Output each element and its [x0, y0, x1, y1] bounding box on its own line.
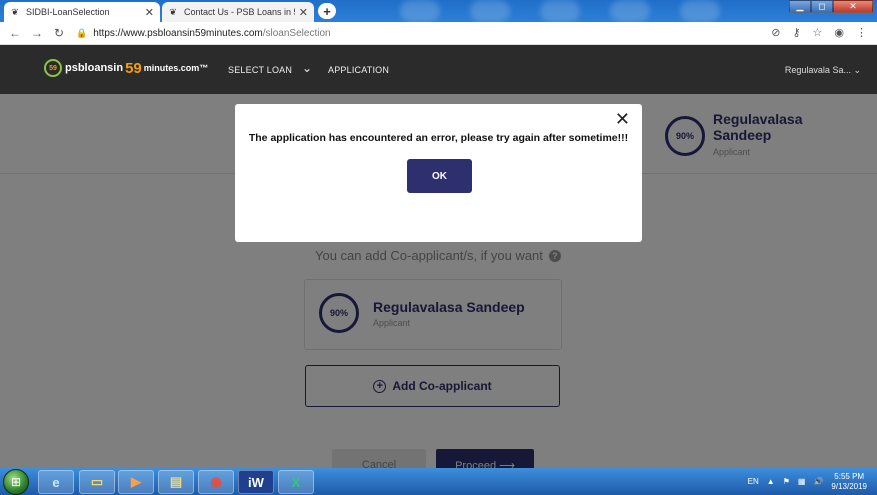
tray-arrow-icon[interactable]: ▲: [767, 477, 775, 486]
browser-actions: ⊘ ⚷ ☆ ◉ ⋮: [771, 26, 867, 39]
tab-contact-us[interactable]: ❦ Contact Us - PSB Loans in 59 Mi ✕: [162, 2, 314, 22]
leaf-icon: ❦: [169, 6, 177, 17]
media-player-icon[interactable]: ▶: [118, 470, 154, 494]
network-icon[interactable]: ▦: [798, 477, 806, 486]
url-host: https://www.psbloansin59minutes.com: [93, 27, 263, 39]
logo-badge: 59: [44, 59, 62, 77]
error-message: The application has encountered an error…: [248, 132, 629, 144]
logo-text-2: 59: [125, 59, 142, 77]
forward-icon[interactable]: →: [26, 26, 48, 40]
system-tray: EN ▲ ⚑ ▦ 🔊 5:55 PM 9/13/2019: [748, 468, 877, 495]
nav-select-loan[interactable]: SELECT LOAN: [228, 65, 292, 75]
leaf-icon: ❦: [11, 6, 19, 17]
account-icon[interactable]: ◉: [834, 26, 844, 39]
minimize-button[interactable]: ▁: [789, 0, 811, 13]
key-icon[interactable]: ⚷: [792, 26, 800, 39]
close-window-button[interactable]: ✕: [833, 0, 873, 13]
url-path: /sloanSelection: [262, 27, 331, 39]
close-tab-icon[interactable]: ✕: [299, 6, 308, 19]
tab-title: Contact Us - PSB Loans in 59 Mi: [184, 7, 295, 17]
logo-text-3: minutes.com™: [143, 63, 209, 73]
clock[interactable]: 5:55 PM 9/13/2019: [831, 472, 867, 492]
new-tab-button[interactable]: +: [318, 3, 336, 19]
taskbar: ⊞ e ▭ ▶ ▤ ◉ iW X EN ▲ ⚑ ▦ 🔊 5:55 PM 9/13…: [0, 468, 877, 495]
error-dialog: ✕ The application has encountered an err…: [235, 104, 642, 242]
user-menu[interactable]: Regulavala Sa... ⌄: [785, 65, 861, 76]
close-icon[interactable]: ✕: [615, 109, 630, 130]
maximize-button[interactable]: ◻: [811, 0, 833, 13]
tab-title: SIDBI-LoanSelection: [26, 7, 110, 17]
reload-icon[interactable]: ↻: [48, 26, 70, 40]
explorer-icon[interactable]: ▭: [79, 470, 115, 494]
start-button[interactable]: ⊞: [3, 469, 29, 495]
close-tab-icon[interactable]: ✕: [145, 6, 154, 19]
ie-icon[interactable]: e: [38, 470, 74, 494]
url-field[interactable]: 🔒 https://www.psbloansin59minutes.com/sl…: [76, 28, 331, 39]
back-icon[interactable]: ←: [4, 26, 26, 40]
ok-button[interactable]: OK: [407, 159, 472, 193]
flag-icon[interactable]: ⚑: [783, 477, 790, 486]
decorative-glow: [400, 0, 440, 22]
window-controls: ▁ ◻ ✕: [789, 0, 873, 14]
site-logo[interactable]: 59 psbloansin 59 minutes.com™: [44, 59, 208, 77]
tab-loan-selection[interactable]: ❦ SIDBI-LoanSelection ✕: [4, 2, 160, 22]
logo-text-1: psbloansin: [65, 62, 124, 74]
decorative-glow: [680, 0, 720, 22]
site-header: 59 psbloansin 59 minutes.com™ SELECT LOA…: [0, 45, 877, 94]
iw-icon[interactable]: iW: [238, 470, 274, 494]
decorative-glow: [540, 0, 580, 22]
chevron-down-icon[interactable]: ⌄: [302, 61, 312, 75]
address-bar: ← → ↻ 🔒 https://www.psbloansin59minutes.…: [0, 22, 877, 45]
nav-application[interactable]: APPLICATION: [328, 65, 389, 75]
star-icon[interactable]: ☆: [813, 26, 823, 39]
decorative-glow: [610, 0, 650, 22]
language-indicator[interactable]: EN: [748, 477, 759, 486]
blocked-icon[interactable]: ⊘: [771, 26, 780, 39]
chrome-icon[interactable]: ◉: [198, 470, 234, 494]
decorative-glow: [470, 0, 510, 22]
excel-icon[interactable]: X: [278, 470, 314, 494]
lock-icon: 🔒: [76, 27, 88, 38]
menu-icon[interactable]: ⋮: [856, 26, 867, 39]
browser-tab-strip: ❦ SIDBI-LoanSelection ✕ ❦ Contact Us - P…: [0, 0, 877, 22]
clock-date: 9/13/2019: [831, 481, 867, 491]
clock-time: 5:55 PM: [834, 471, 865, 481]
folder-icon[interactable]: ▤: [158, 470, 194, 494]
volume-icon[interactable]: 🔊: [813, 477, 823, 486]
